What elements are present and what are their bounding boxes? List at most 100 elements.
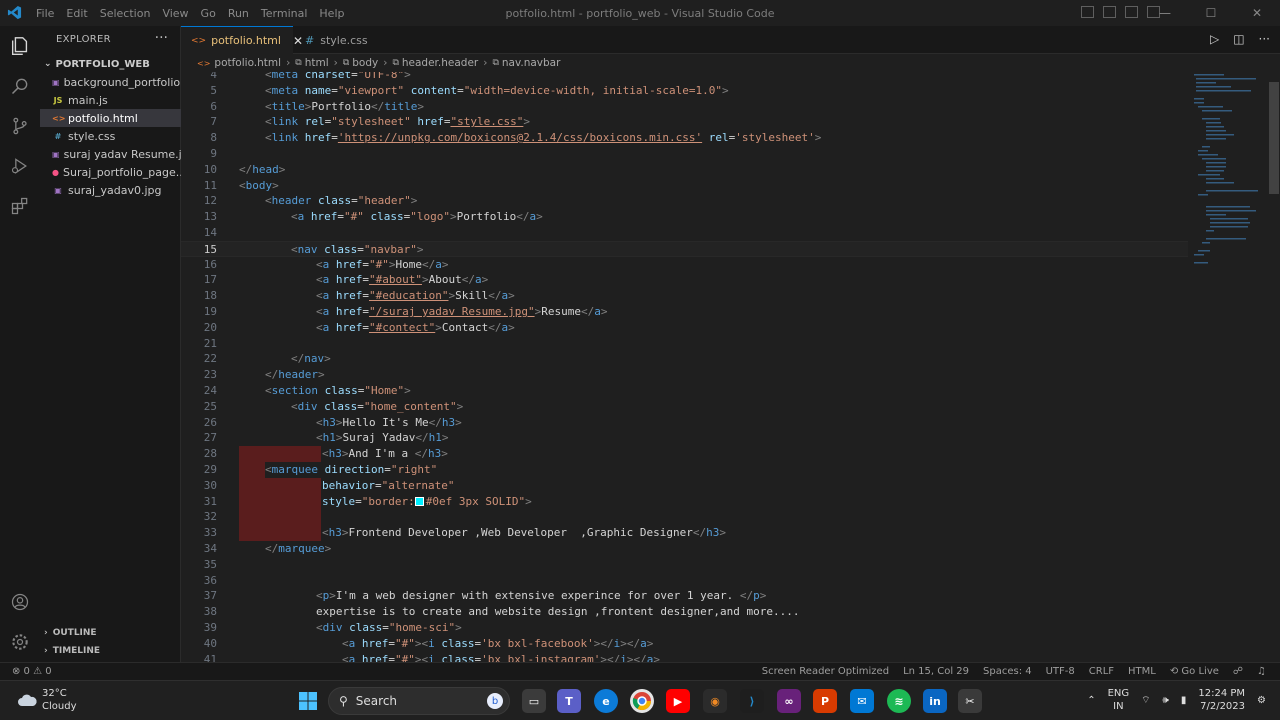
extensions-icon[interactable] [8, 194, 32, 218]
window-controls: — ☐ ✕ [1142, 0, 1280, 26]
breadcrumb-item[interactable]: html [305, 57, 329, 69]
close-window-button[interactable]: ✕ [1234, 0, 1280, 26]
code-line: 18 <a href="#education">Skill</a> [203, 289, 515, 303]
code-line: 27 <h1>Suraj Yadav</h1> [203, 431, 449, 445]
editor-tabs: <> potfolio.html ✕ # style.css ▷ ◫ ··· [181, 26, 1280, 54]
code-line: 5 <meta name="viewport" content="width=de… [210, 83, 729, 97]
code-line: 39 <div class="home-sci"> [203, 621, 462, 634]
file-item[interactable]: ▣ suraj yadav Resume.jpg [40, 145, 181, 163]
breadcrumb-item[interactable]: potfolio.html [214, 57, 281, 69]
feedback-icon[interactable]: ☍ [1233, 666, 1243, 677]
timeline-section[interactable]: › TIMELINE [44, 646, 100, 656]
vscode-taskbar-icon[interactable]: ⟩ [740, 689, 764, 713]
split-editor-icon[interactable]: ◫ [1233, 32, 1244, 46]
go-live-button[interactable]: ⟲ Go Live [1170, 666, 1219, 677]
source-control-icon[interactable] [8, 114, 32, 138]
code-line: 36 [203, 573, 217, 587]
file-item-active[interactable]: <> potfolio.html [40, 109, 181, 127]
element-icon: ⧉ [342, 58, 350, 68]
run-icon[interactable]: ▷ [1210, 32, 1219, 46]
chrome-icon[interactable] [630, 689, 654, 713]
html-file-icon: <> [197, 58, 211, 68]
encoding-status[interactable]: UTF-8 [1046, 666, 1075, 677]
run-debug-icon[interactable] [8, 154, 32, 178]
file-item[interactable]: JS main.js [40, 91, 181, 109]
language-indicator[interactable]: ENG IN [1108, 687, 1130, 713]
code-line: 12 <header class="header"> [203, 194, 418, 208]
volume-icon[interactable]: 🕪 [1163, 695, 1169, 706]
breadcrumb-item[interactable]: body [352, 57, 378, 69]
code-editor[interactable]: 4 <meta charset="UTF-8"> 5 <meta name="vie… [181, 72, 1268, 662]
notification-icon[interactable]: ⚙ [1257, 695, 1266, 706]
taskbar-search[interactable]: ⚲ Search b [328, 687, 510, 715]
windows-start-icon[interactable] [296, 689, 320, 713]
tab-style-css[interactable]: # style.css [295, 26, 378, 54]
code-line-current: 15 <nav class="navbar"> [181, 240, 1188, 257]
clock[interactable]: 12:24 PM 7/2/2023 [1198, 687, 1245, 713]
accounts-icon[interactable] [8, 590, 32, 614]
toggle-panel-icon[interactable] [1103, 6, 1116, 18]
file-label: suraj yadav Resume.jpg [63, 147, 181, 161]
wifi-icon[interactable]: ⌔ [1141, 694, 1150, 707]
cursor-position[interactable]: Ln 15, Col 29 [903, 666, 969, 677]
youtube-icon[interactable]: ▶ [666, 689, 690, 713]
edge-icon[interactable]: e [594, 689, 618, 713]
powerpoint-icon[interactable]: P [813, 689, 837, 713]
file-label: suraj_yadav0.jpg [68, 183, 162, 197]
code-line: 32 [181, 509, 1268, 526]
js-file-icon: JS [53, 95, 63, 105]
code-line: 21 [203, 336, 217, 350]
battery-icon[interactable]: ▮ [1181, 695, 1187, 706]
breadcrumb-item[interactable]: nav.navbar [502, 57, 561, 69]
color-swatch[interactable] [414, 496, 424, 506]
element-icon: ⧉ [295, 58, 302, 68]
weather-widget[interactable]: 32°C Cloudy [16, 687, 76, 713]
file-item[interactable]: ● Suraj_portfolio_page... [40, 163, 181, 181]
code-line: 25 <div class="home_content"> [203, 399, 464, 413]
teams-icon[interactable]: T [557, 689, 581, 713]
css-file-icon: # [54, 131, 62, 141]
mail-icon[interactable]: ✉ [850, 689, 874, 713]
timeline-label: TIMELINE [52, 646, 101, 656]
file-item[interactable]: # style.css [40, 127, 181, 145]
notifications-bell-icon[interactable]: ♫ [1257, 666, 1266, 677]
chevron-right-icon: › [44, 628, 48, 638]
spotify-icon[interactable]: ≋ [887, 689, 911, 713]
line-ending-status[interactable]: CRLF [1089, 666, 1114, 677]
code-line: 29 <marquee direction="right" [203, 462, 438, 478]
breadcrumb-item[interactable]: header.header [402, 57, 478, 69]
file-item[interactable]: ▣ suraj_yadav0.jpg [40, 181, 181, 199]
outline-section[interactable]: › OUTLINE [44, 628, 97, 638]
file-item[interactable]: ▣ background_portfolio... [40, 73, 181, 91]
search-icon[interactable] [8, 74, 32, 98]
toggle-secondary-sidebar-icon[interactable] [1125, 6, 1138, 18]
search-label: Search [355, 694, 398, 708]
linkedin-icon[interactable]: in [923, 689, 947, 713]
chevron-up-icon[interactable]: ⌃ [1087, 695, 1095, 706]
screen-reader-status[interactable]: Screen Reader Optimized [762, 666, 889, 677]
code-line: 33 <h3>Frontend Developer ,Web Developer … [203, 525, 726, 541]
tab-label: potfolio.html [211, 34, 281, 47]
visual-studio-icon[interactable]: ∞ [777, 689, 801, 713]
toggle-primary-sidebar-icon[interactable] [1081, 6, 1094, 18]
minimize-button[interactable]: — [1142, 0, 1188, 26]
more-actions-icon[interactable]: ··· [1259, 32, 1270, 46]
language-mode[interactable]: HTML [1128, 666, 1156, 677]
tab-potfolio-html[interactable]: <> potfolio.html ✕ [181, 26, 303, 54]
folder-portfolio-web[interactable]: ⌄ PORTFOLIO_WEB [40, 55, 181, 73]
code-line: 7 <link rel="stylesheet" href="style.css"… [210, 115, 530, 129]
maximize-button[interactable]: ☐ [1188, 0, 1234, 26]
element-icon: ⧉ [492, 58, 499, 68]
scrollbar-thumb[interactable] [1269, 82, 1279, 194]
problems-indicator[interactable]: ⊗ 0 ⚠ 0 [12, 666, 52, 677]
blender-icon[interactable]: ◉ [703, 689, 727, 713]
task-view-icon[interactable]: ▭ [522, 689, 546, 713]
more-actions-icon[interactable]: ··· [155, 30, 168, 46]
indentation-status[interactable]: Spaces: 4 [983, 666, 1032, 677]
snipping-tool-icon[interactable]: ✂ [958, 689, 982, 713]
settings-gear-icon[interactable] [8, 630, 32, 654]
explorer-icon[interactable] [8, 34, 32, 58]
minimap[interactable] [1190, 72, 1268, 662]
breadcrumb: <> potfolio.html › ⧉ html › ⧉ body › ⧉ header.… [181, 54, 1280, 72]
code-line: 23 </header> [203, 368, 325, 382]
